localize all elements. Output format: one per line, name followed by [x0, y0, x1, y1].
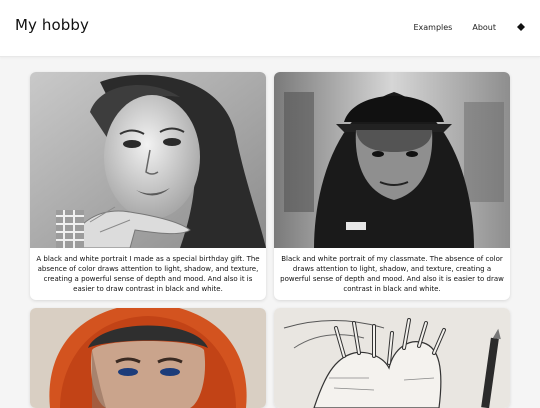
portfolio-card[interactable] — [274, 308, 510, 408]
card-caption: A black and white portrait I made as a s… — [36, 255, 260, 293]
portrait-girl-hand-icon — [30, 72, 266, 248]
portrait-hooded-man-icon — [274, 72, 510, 248]
site-title[interactable]: My hobby — [15, 16, 89, 34]
portfolio-card[interactable] — [30, 308, 266, 408]
portrait-red-hood-icon — [30, 308, 266, 408]
diamond-icon[interactable] — [516, 22, 526, 32]
top-bar: My hobby Examples About — [0, 0, 540, 57]
portfolio-grid: A black and white portrait I made as a s… — [30, 72, 510, 408]
main-nav: Examples About — [413, 22, 526, 32]
nav-about-link[interactable]: About — [472, 23, 496, 32]
card-caption: Black and white portrait of my classmate… — [280, 255, 504, 293]
portfolio-card[interactable]: A black and white portrait I made as a s… — [30, 72, 266, 300]
portfolio-card[interactable]: Black and white portrait of my classmate… — [274, 72, 510, 300]
hands-sketch-icon — [274, 308, 510, 408]
nav-examples-link[interactable]: Examples — [413, 23, 452, 32]
